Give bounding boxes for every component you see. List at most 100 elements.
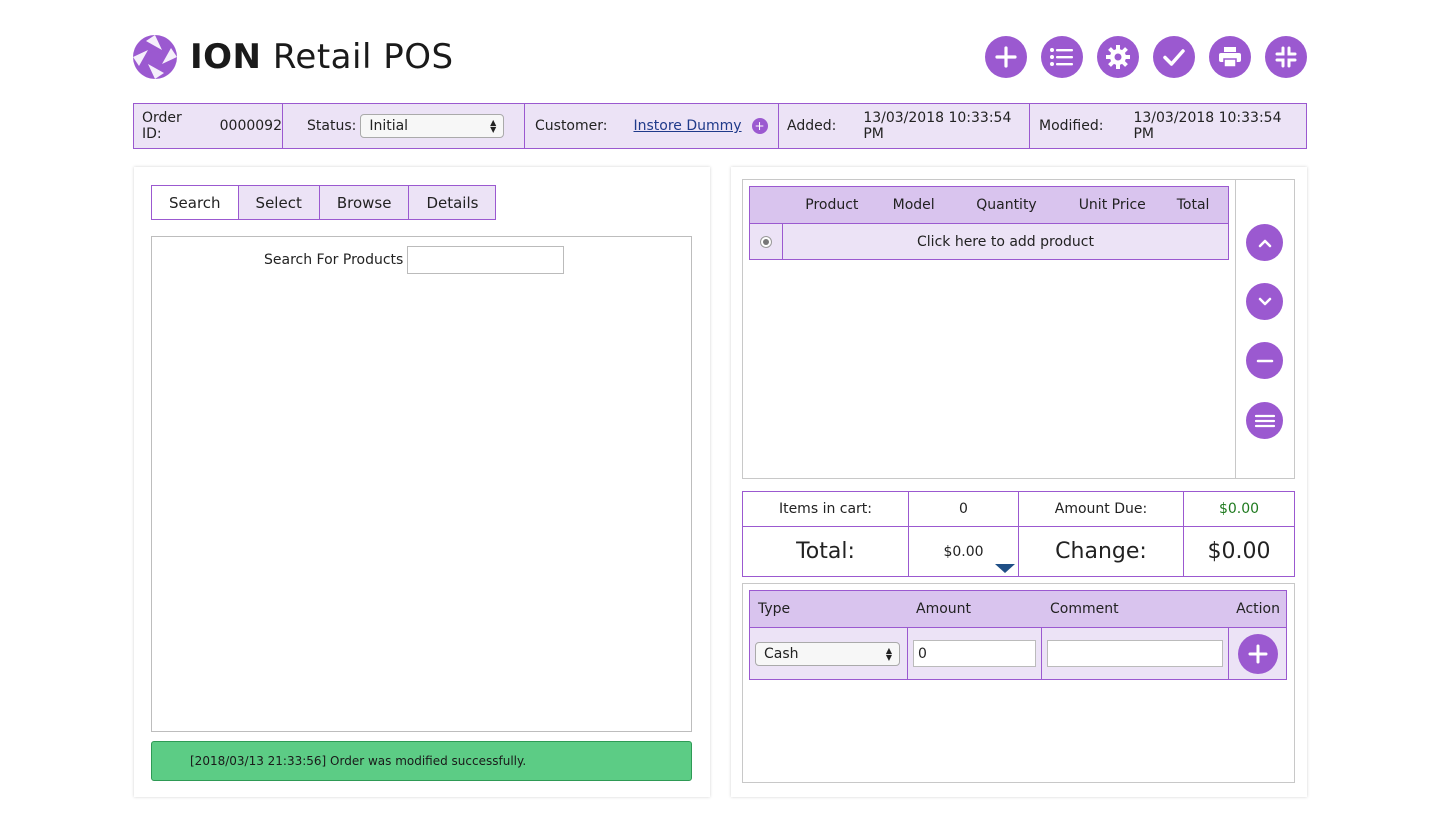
tab-select[interactable]: Select <box>237 186 319 219</box>
col-total: Total <box>1176 197 1210 213</box>
print-icon <box>1219 47 1241 68</box>
list-icon <box>1050 48 1073 66</box>
status-select-value: Initial <box>369 118 409 134</box>
col-quantity: Quantity <box>976 197 1037 213</box>
col-type: Type <box>758 601 791 617</box>
remove-item-button[interactable] <box>1246 342 1283 379</box>
payment-comment-input[interactable] <box>1047 640 1223 667</box>
total-dropdown-icon[interactable] <box>995 564 1015 573</box>
payment-table: Type Amount Comment Action Cash ▲ ▼ 0 <box>749 590 1287 680</box>
total-value: $0.00 <box>943 543 984 560</box>
exit-fullscreen-button[interactable] <box>1265 36 1307 78</box>
select-arrows-icon: ▲ ▼ <box>885 645 892 662</box>
totals-box: Items in cart: 0 Amount Due: $0.00 Total… <box>742 491 1295 577</box>
type-cell: Cash ▲ ▼ <box>750 628 908 679</box>
settings-button[interactable] <box>1097 36 1139 78</box>
payment-type-select[interactable]: Cash ▲ ▼ <box>755 641 900 666</box>
col-unit-price: Unit Price <box>1078 197 1146 213</box>
cart-header-row: Product Model Quantity Unit Price Total <box>750 187 1228 223</box>
added-label: Added: <box>787 118 837 134</box>
order-list-button[interactable] <box>1041 36 1083 78</box>
customer-link[interactable]: Instore Dummy <box>633 118 741 134</box>
add-product-text[interactable]: Click here to add product <box>783 234 1228 250</box>
change-value: $0.00 <box>1207 539 1271 564</box>
col-product: Product <box>805 197 859 213</box>
status-message: [2018/03/13 21:33:56] Order was modified… <box>151 741 692 781</box>
add-product-row[interactable]: Click here to add product <box>750 223 1228 259</box>
customer-cell: Customer: Instore Dummy + <box>525 104 779 148</box>
complete-order-button[interactable] <box>1153 36 1195 78</box>
added-value: 13/03/2018 10:33:54 PM <box>863 110 1012 142</box>
chevron-down-icon <box>1258 297 1271 305</box>
order-id-label: Order ID: <box>142 110 182 142</box>
items-in-cart-label: Items in cart: <box>743 492 909 526</box>
gear-icon <box>1106 45 1130 69</box>
plus-icon <box>1248 644 1267 663</box>
minus-icon <box>1256 359 1273 362</box>
action-cell <box>1229 628 1286 679</box>
amount-due-value: $0.00 <box>1218 501 1260 517</box>
status-cell: Status: Initial ▲ ▼ <box>283 104 525 148</box>
modified-label: Modified: <box>1039 118 1104 134</box>
modified-value: 13/03/2018 10:33:54 PM <box>1133 110 1282 142</box>
tab-browse[interactable]: Browse <box>318 186 409 219</box>
plus-icon <box>995 46 1017 68</box>
compress-icon <box>1275 46 1297 68</box>
tab-search[interactable]: Search <box>152 186 238 219</box>
tab-details[interactable]: Details <box>408 186 496 219</box>
search-input[interactable] <box>407 246 565 274</box>
payment-header-row: Type Amount Comment Action <box>750 591 1286 627</box>
payment-box: Type Amount Comment Action Cash ▲ ▼ 0 <box>742 583 1295 783</box>
added-cell: Added: 13/03/2018 10:33:54 PM <box>779 104 1030 148</box>
order-id-cell: Order ID: 0000092 <box>134 104 283 148</box>
change-label: Change: <box>1019 527 1184 576</box>
items-in-cart-value: 0 <box>909 492 1019 526</box>
row-radio[interactable] <box>760 235 772 248</box>
amount-cell: 0 <box>908 628 1042 679</box>
move-up-button[interactable] <box>1246 224 1283 261</box>
payment-amount-input[interactable]: 0 <box>913 640 1036 667</box>
add-payment-button[interactable] <box>1237 633 1278 674</box>
row-radio-cell <box>750 224 783 259</box>
new-order-button[interactable] <box>985 36 1027 78</box>
search-label: Search For Products <box>264 252 404 268</box>
total-value-cell: $0.00 <box>909 527 1019 576</box>
totals-row-large: Total: $0.00 Change: $0.00 <box>743 527 1294 576</box>
print-button[interactable] <box>1209 36 1251 78</box>
search-area: Search For Products <box>151 236 692 732</box>
customer-label: Customer: <box>535 118 608 134</box>
aperture-logo-icon <box>133 35 177 79</box>
status-label: Status: <box>307 118 357 134</box>
cart-panel: Product Model Quantity Unit Price Total … <box>731 167 1307 797</box>
check-icon <box>1163 49 1185 66</box>
col-model: Model <box>892 197 935 213</box>
product-panel: Search Select Browse Details Search For … <box>134 167 710 797</box>
total-label: Total: <box>743 527 909 576</box>
select-arrows-icon: ▲ ▼ <box>490 118 497 134</box>
col-amount: Amount <box>916 601 972 617</box>
search-row: Search For Products <box>264 246 565 274</box>
menu-icon <box>1254 414 1275 427</box>
top-toolbar <box>985 36 1307 78</box>
cart-menu-button[interactable] <box>1246 402 1283 439</box>
cart-box: Product Model Quantity Unit Price Total … <box>742 179 1295 479</box>
chevron-up-icon <box>1258 239 1271 247</box>
add-customer-icon[interactable]: + <box>751 118 768 134</box>
comment-cell <box>1042 628 1229 679</box>
col-action: Action <box>1236 601 1280 617</box>
cart-table: Product Model Quantity Unit Price Total … <box>749 186 1229 260</box>
amount-due-label: Amount Due: <box>1019 492 1184 526</box>
modified-cell: Modified: 13/03/2018 10:33:54 PM <box>1030 104 1306 148</box>
totals-row-small: Items in cart: 0 Amount Due: $0.00 <box>743 492 1294 527</box>
order-id-value: 0000092 <box>219 118 282 134</box>
app-title: ION Retail POS <box>190 37 454 77</box>
payment-row: Cash ▲ ▼ 0 <box>750 627 1286 679</box>
status-select[interactable]: Initial ▲ ▼ <box>360 114 505 138</box>
app-logo: ION Retail POS <box>132 34 454 80</box>
order-info-bar: Order ID: 0000092 Status: Initial ▲ ▼ Cus… <box>133 103 1307 149</box>
product-tabs: Search Select Browse Details <box>151 185 497 220</box>
payment-type-value: Cash <box>764 645 799 662</box>
col-comment: Comment <box>1050 601 1119 617</box>
cart-side-controls <box>1235 180 1294 478</box>
move-down-button[interactable] <box>1246 283 1283 320</box>
